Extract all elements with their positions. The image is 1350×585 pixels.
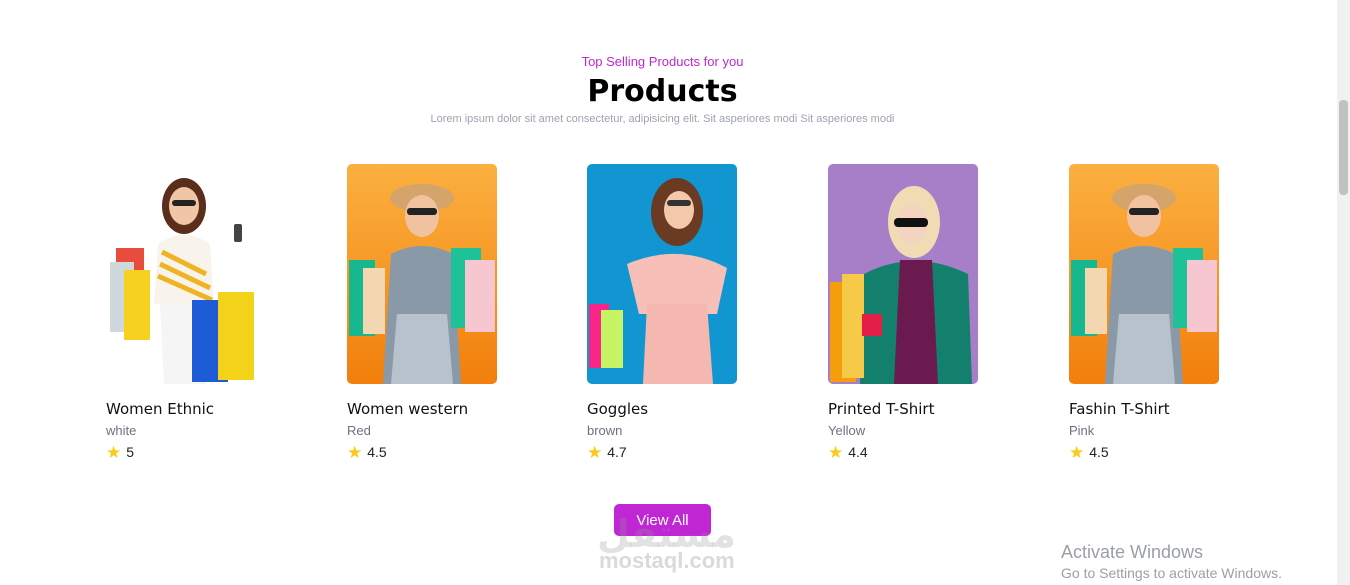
rating-value: 4.4 [848, 444, 868, 460]
rating-value: 5 [126, 444, 135, 460]
activate-title: Activate Windows [1061, 542, 1204, 562]
star-icon: ★ [828, 442, 844, 462]
product-color: white [106, 423, 137, 438]
product-image[interactable] [106, 164, 256, 384]
product-image[interactable] [1069, 164, 1219, 384]
product-image[interactable] [828, 164, 978, 384]
product-name[interactable]: Goggles [587, 400, 747, 418]
star-icon: ★ [347, 442, 363, 462]
product-card[interactable]: Women western Red ★ 4.5 [347, 164, 507, 461]
product-rating: ★ 4.5 [347, 443, 507, 461]
vertical-scrollbar[interactable] [1337, 0, 1350, 585]
product-color: Red [347, 423, 371, 438]
product-color: Pink [1069, 423, 1095, 438]
section-description: Lorem ipsum dolor sit amet consectetur, … [430, 113, 895, 125]
product-rating: ★ 4.7 [587, 443, 747, 461]
view-all-button[interactable]: View All [614, 504, 711, 536]
activate-windows-notice: Activate Windows Go to Settings to activ… [1061, 541, 1282, 582]
product-rating: ★ 5 [106, 443, 266, 461]
product-color: Yellow [828, 423, 866, 438]
product-color: brown [587, 423, 623, 438]
rating-value: 4.5 [1089, 444, 1109, 460]
star-icon: ★ [587, 442, 603, 462]
rating-value: 4.5 [367, 444, 387, 460]
rating-value: 4.7 [607, 444, 627, 460]
activate-subtitle: Go to Settings to activate Windows. [1061, 565, 1282, 581]
product-rating: ★ 4.4 [828, 443, 988, 461]
product-card[interactable]: Women Ethnic white ★ 5 [106, 164, 266, 461]
section-title: Products [587, 74, 738, 109]
product-image[interactable] [347, 164, 497, 384]
product-name[interactable]: Fashin T-Shirt [1069, 400, 1229, 418]
product-name[interactable]: Women Ethnic [106, 400, 266, 418]
section-subtitle: Top Selling Products for you [581, 54, 744, 69]
product-image[interactable] [587, 164, 737, 384]
products-section-header: Top Selling Products for you Products Lo… [0, 54, 1325, 126]
product-card[interactable]: Goggles brown ★ 4.7 [587, 164, 747, 461]
watermark-latin: mostaql.com [599, 548, 735, 573]
product-name[interactable]: Printed T-Shirt [828, 400, 988, 418]
product-name[interactable]: Women western [347, 400, 507, 418]
product-card[interactable]: Fashin T-Shirt Pink ★ 4.5 [1069, 164, 1229, 461]
scrollbar-thumb[interactable] [1339, 100, 1348, 195]
product-card[interactable]: Printed T-Shirt Yellow ★ 4.4 [828, 164, 988, 461]
product-rating: ★ 4.5 [1069, 443, 1229, 461]
star-icon: ★ [106, 442, 122, 462]
star-icon: ★ [1069, 442, 1085, 462]
